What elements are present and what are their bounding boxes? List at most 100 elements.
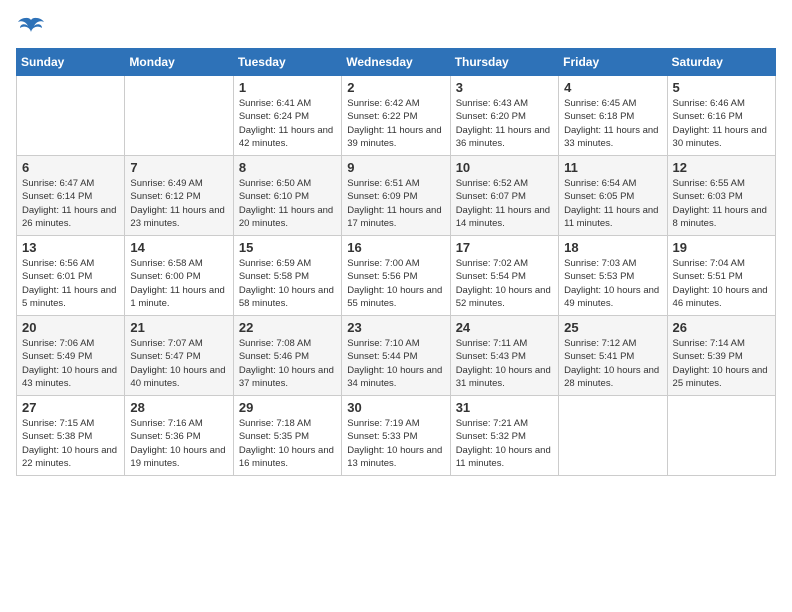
calendar-header-row: SundayMondayTuesdayWednesdayThursdayFrid… [17, 49, 776, 76]
cell-info: Sunrise: 7:08 AMSunset: 5:46 PMDaylight:… [239, 337, 336, 390]
cell-info: Sunrise: 6:58 AMSunset: 6:00 PMDaylight:… [130, 257, 227, 310]
calendar-cell: 17Sunrise: 7:02 AMSunset: 5:54 PMDayligh… [450, 236, 558, 316]
day-number: 26 [673, 320, 770, 335]
cell-info: Sunrise: 7:11 AMSunset: 5:43 PMDaylight:… [456, 337, 553, 390]
cell-info: Sunrise: 6:42 AMSunset: 6:22 PMDaylight:… [347, 97, 444, 150]
calendar-cell: 22 Sunrise: 7:08 AMSunset: 5:46 PMDayligh… [233, 316, 341, 396]
cell-info: Sunrise: 6:59 AMSunset: 5:58 PMDaylight:… [239, 257, 336, 310]
day-header-saturday: Saturday [667, 49, 775, 76]
calendar-cell: 4 Sunrise: 6:45 AMSunset: 6:18 PMDaylight… [559, 76, 667, 156]
day-number: 31 [456, 400, 553, 415]
calendar-cell: 25 Sunrise: 7:12 AMSunset: 5:41 PMDayligh… [559, 316, 667, 396]
cell-info: Sunrise: 6:45 AMSunset: 6:18 PMDaylight:… [564, 97, 661, 150]
calendar-cell [559, 396, 667, 476]
calendar-cell: 24Sunrise: 7:11 AMSunset: 5:43 PMDayligh… [450, 316, 558, 396]
calendar-table: SundayMondayTuesdayWednesdayThursdayFrid… [16, 48, 776, 476]
calendar-cell [667, 396, 775, 476]
calendar-cell: 21 Sunrise: 7:07 AMSunset: 5:47 PMDayligh… [125, 316, 233, 396]
calendar-cell: 23 Sunrise: 7:10 AMSunset: 5:44 PMDayligh… [342, 316, 450, 396]
calendar-cell: 19Sunrise: 7:04 AMSunset: 5:51 PMDayligh… [667, 236, 775, 316]
day-number: 6 [22, 160, 119, 175]
cell-info: Sunrise: 7:21 AMSunset: 5:32 PMDaylight:… [456, 417, 553, 470]
cell-info: Sunrise: 7:03 AMSunset: 5:53 PMDaylight:… [564, 257, 661, 310]
day-number: 18 [564, 240, 661, 255]
calendar-cell: 28 Sunrise: 7:16 AMSunset: 5:36 PMDayligh… [125, 396, 233, 476]
cell-info: Sunrise: 7:10 AMSunset: 5:44 PMDaylight:… [347, 337, 444, 390]
day-number: 2 [347, 80, 444, 95]
day-number: 4 [564, 80, 661, 95]
calendar-cell: 27 Sunrise: 7:15 AMSunset: 5:38 PMDayligh… [17, 396, 125, 476]
cell-info: Sunrise: 6:51 AMSunset: 6:09 PMDaylight:… [347, 177, 444, 230]
day-number: 25 [564, 320, 661, 335]
day-number: 29 [239, 400, 336, 415]
day-header-tuesday: Tuesday [233, 49, 341, 76]
cell-info: Sunrise: 6:56 AMSunset: 6:01 PMDaylight:… [22, 257, 119, 310]
calendar-cell: 31 Sunrise: 7:21 AMSunset: 5:32 PMDayligh… [450, 396, 558, 476]
cell-info: Sunrise: 7:07 AMSunset: 5:47 PMDaylight:… [130, 337, 227, 390]
calendar-cell: 18 Sunrise: 7:03 AMSunset: 5:53 PMDayligh… [559, 236, 667, 316]
day-header-sunday: Sunday [17, 49, 125, 76]
calendar-cell: 26 Sunrise: 7:14 AMSunset: 5:39 PMDayligh… [667, 316, 775, 396]
cell-info: Sunrise: 7:16 AMSunset: 5:36 PMDaylight:… [130, 417, 227, 470]
cell-info: Sunrise: 7:06 AMSunset: 5:49 PMDaylight:… [22, 337, 119, 390]
day-number: 23 [347, 320, 444, 335]
calendar-cell [125, 76, 233, 156]
calendar-cell: 9 Sunrise: 6:51 AMSunset: 6:09 PMDaylight… [342, 156, 450, 236]
calendar-cell: 11 Sunrise: 6:54 AMSunset: 6:05 PMDayligh… [559, 156, 667, 236]
cell-info: Sunrise: 6:43 AMSunset: 6:20 PMDaylight:… [456, 97, 553, 150]
day-number: 13 [22, 240, 119, 255]
calendar-cell: 29 Sunrise: 7:18 AMSunset: 5:35 PMDayligh… [233, 396, 341, 476]
cell-info: Sunrise: 6:49 AMSunset: 6:12 PMDaylight:… [130, 177, 227, 230]
day-number: 3 [456, 80, 553, 95]
cell-info: Sunrise: 6:54 AMSunset: 6:05 PMDaylight:… [564, 177, 661, 230]
calendar-cell: 30 Sunrise: 7:19 AMSunset: 5:33 PMDayligh… [342, 396, 450, 476]
calendar-cell: 12 Sunrise: 6:55 AMSunset: 6:03 PMDayligh… [667, 156, 775, 236]
logo [16, 16, 44, 36]
day-number: 11 [564, 160, 661, 175]
day-header-wednesday: Wednesday [342, 49, 450, 76]
day-number: 27 [22, 400, 119, 415]
day-header-friday: Friday [559, 49, 667, 76]
calendar-cell: 3 Sunrise: 6:43 AMSunset: 6:20 PMDaylight… [450, 76, 558, 156]
day-number: 8 [239, 160, 336, 175]
cell-info: Sunrise: 7:00 AMSunset: 5:56 PMDaylight:… [347, 257, 444, 310]
cell-info: Sunrise: 7:15 AMSunset: 5:38 PMDaylight:… [22, 417, 119, 470]
calendar-cell: 20 Sunrise: 7:06 AMSunset: 5:49 PMDayligh… [17, 316, 125, 396]
calendar-cell: 6Sunrise: 6:47 AMSunset: 6:14 PMDaylight… [17, 156, 125, 236]
cell-info: Sunrise: 6:50 AMSunset: 6:10 PMDaylight:… [239, 177, 336, 230]
calendar-cell: 2 Sunrise: 6:42 AMSunset: 6:22 PMDaylight… [342, 76, 450, 156]
day-number: 20 [22, 320, 119, 335]
day-number: 21 [130, 320, 227, 335]
day-number: 19 [673, 240, 770, 255]
day-number: 22 [239, 320, 336, 335]
day-number: 30 [347, 400, 444, 415]
day-number: 1 [239, 80, 336, 95]
day-number: 17 [456, 240, 553, 255]
calendar-week-row: 6Sunrise: 6:47 AMSunset: 6:14 PMDaylight… [17, 156, 776, 236]
day-number: 12 [673, 160, 770, 175]
calendar-week-row: 20 Sunrise: 7:06 AMSunset: 5:49 PMDayligh… [17, 316, 776, 396]
day-number: 10 [456, 160, 553, 175]
calendar-cell: 15Sunrise: 6:59 AMSunset: 5:58 PMDayligh… [233, 236, 341, 316]
day-header-monday: Monday [125, 49, 233, 76]
day-number: 14 [130, 240, 227, 255]
cell-info: Sunrise: 7:12 AMSunset: 5:41 PMDaylight:… [564, 337, 661, 390]
cell-info: Sunrise: 6:41 AMSunset: 6:24 PMDaylight:… [239, 97, 336, 150]
calendar-cell: 13 Sunrise: 6:56 AMSunset: 6:01 PMDayligh… [17, 236, 125, 316]
cell-info: Sunrise: 6:46 AMSunset: 6:16 PMDaylight:… [673, 97, 770, 150]
calendar-cell: 8 Sunrise: 6:50 AMSunset: 6:10 PMDaylight… [233, 156, 341, 236]
cell-info: Sunrise: 7:18 AMSunset: 5:35 PMDaylight:… [239, 417, 336, 470]
day-number: 28 [130, 400, 227, 415]
day-number: 5 [673, 80, 770, 95]
cell-info: Sunrise: 6:52 AMSunset: 6:07 PMDaylight:… [456, 177, 553, 230]
calendar-cell: 1 Sunrise: 6:41 AMSunset: 6:24 PMDaylight… [233, 76, 341, 156]
cell-info: Sunrise: 6:55 AMSunset: 6:03 PMDaylight:… [673, 177, 770, 230]
calendar-cell [17, 76, 125, 156]
day-number: 7 [130, 160, 227, 175]
day-number: 16 [347, 240, 444, 255]
logo-bird-icon [18, 16, 44, 38]
day-number: 9 [347, 160, 444, 175]
cell-info: Sunrise: 7:14 AMSunset: 5:39 PMDaylight:… [673, 337, 770, 390]
cell-info: Sunrise: 7:19 AMSunset: 5:33 PMDaylight:… [347, 417, 444, 470]
calendar-week-row: 27 Sunrise: 7:15 AMSunset: 5:38 PMDayligh… [17, 396, 776, 476]
